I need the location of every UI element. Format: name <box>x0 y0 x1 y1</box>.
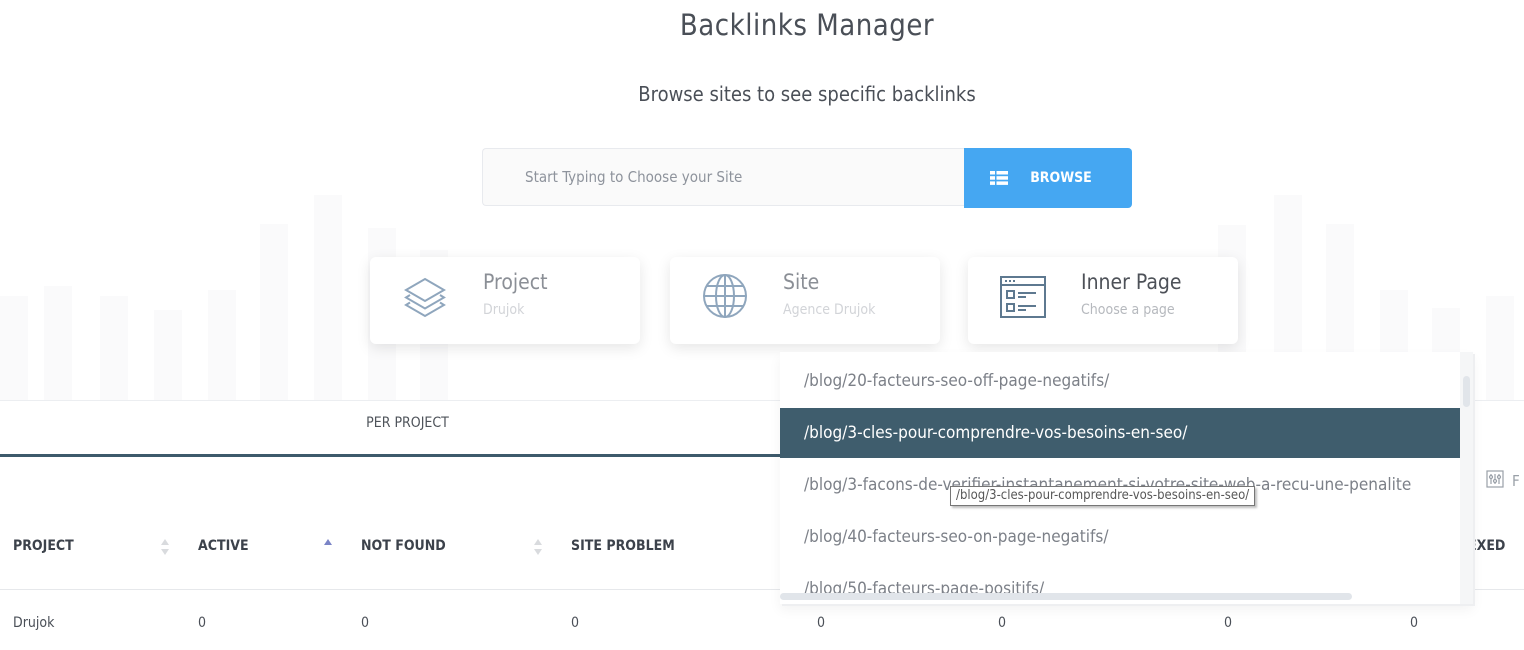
browse-button-label: BROWSE <box>1030 170 1092 186</box>
column-header-active[interactable]: ACTIVE <box>198 538 249 554</box>
cell-value: 0 <box>817 615 826 631</box>
page-subtitle: Browse sites to see specific backlinks <box>638 82 976 106</box>
site-selector-title: Site <box>783 270 820 294</box>
inner-page-selector-title: Inner Page <box>1081 270 1182 294</box>
cell-site-problem: 0 <box>571 615 580 631</box>
inner-page-dropdown[interactable]: /blog/20-facteurs-seo-off-page-negatifs/… <box>780 352 1473 604</box>
dropdown-option[interactable]: /blog/40-facteurs-seo-on-page-negatifs/ <box>780 512 1460 562</box>
tab-per-project[interactable]: PER PROJECT <box>0 401 815 457</box>
bg-bar <box>314 195 342 400</box>
bg-bar <box>44 286 72 400</box>
sort-ascending-icon[interactable] <box>323 538 333 556</box>
dropdown-horizontal-scroll-thumb[interactable] <box>780 593 1352 600</box>
bg-bar <box>0 296 28 400</box>
column-header-indexed[interactable]: EXED <box>1468 538 1505 554</box>
cell-value: 0 <box>998 615 1007 631</box>
dropdown-vertical-scrollbar[interactable] <box>1460 352 1473 604</box>
cell-not-found: 0 <box>361 615 370 631</box>
inner-page-selector-card[interactable]: Inner Page Choose a page <box>968 257 1238 344</box>
globe-icon <box>700 271 750 321</box>
project-selector-value: Drujok <box>483 302 525 318</box>
site-selector-value: Agence Drujok <box>783 302 876 318</box>
site-search: BROWSE <box>482 148 1132 208</box>
project-selector-title: Project <box>483 270 548 294</box>
site-selector-card[interactable]: Site Agence Drujok <box>670 257 940 344</box>
list-icon <box>990 171 1009 185</box>
filter-control[interactable]: F <box>1486 470 1520 492</box>
bg-bar <box>1486 296 1514 400</box>
dropdown-option[interactable]: /blog/20-facteurs-seo-off-page-negatifs/ <box>780 356 1460 406</box>
column-header-not-found[interactable]: NOT FOUND <box>361 538 446 554</box>
option-tooltip: /blog/3-cles-pour-comprendre-vos-besoins… <box>950 486 1256 506</box>
layers-icon <box>400 271 450 321</box>
page-title: Backlinks Manager <box>679 8 935 42</box>
column-header-site-problem[interactable]: SITE PROBLEM <box>571 538 675 554</box>
cell-active: 0 <box>198 615 207 631</box>
project-selector-card[interactable]: Project Drujok <box>370 257 640 344</box>
sort-both-icon[interactable] <box>160 538 170 556</box>
column-header-project[interactable]: PROJECT <box>13 538 74 554</box>
browse-button[interactable]: BROWSE <box>964 148 1132 208</box>
sort-both-icon[interactable] <box>533 538 543 556</box>
bg-bar <box>208 290 236 400</box>
dropdown-vertical-scroll-thumb[interactable] <box>1463 376 1470 407</box>
cell-indexed: 0 <box>1410 615 1419 631</box>
filter-sliders-icon <box>1486 470 1504 492</box>
filter-label: F <box>1512 472 1520 490</box>
cell-project: Drujok <box>13 615 55 631</box>
dropdown-option-selected[interactable]: /blog/3-cles-pour-comprendre-vos-besoins… <box>780 408 1460 458</box>
bg-bar <box>100 296 128 400</box>
bg-bar <box>154 310 182 400</box>
site-search-input[interactable] <box>482 148 964 206</box>
cell-value: 0 <box>1224 615 1233 631</box>
inner-page-selector-value: Choose a page <box>1081 302 1175 318</box>
page-layout-icon <box>998 271 1048 321</box>
bg-bar <box>260 224 288 400</box>
